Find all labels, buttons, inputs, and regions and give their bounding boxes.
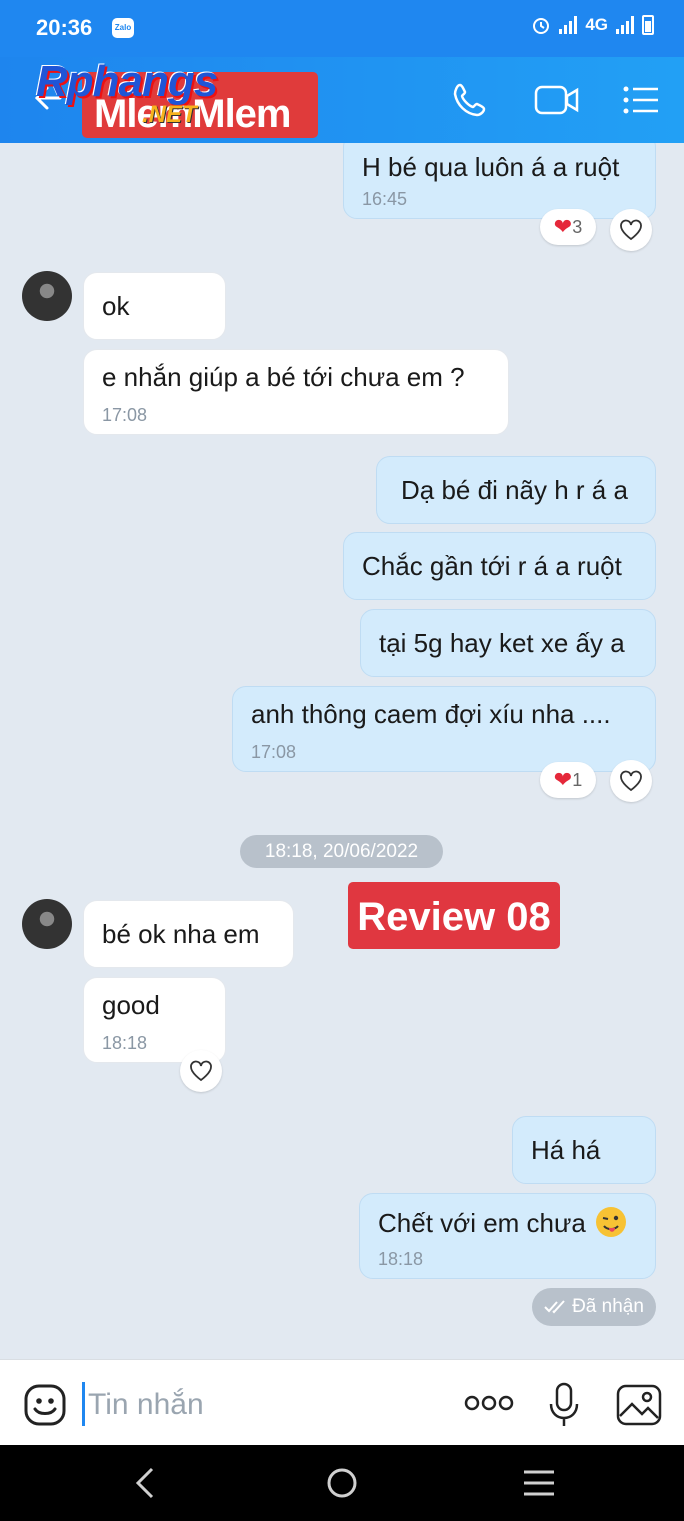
message-time: 17:08 [102,405,148,425]
message-text: Dạ bé đi nãy h r á a [401,475,628,505]
delivery-status-label: Đã nhận [572,1296,644,1317]
heart-outline-icon[interactable] [180,1050,222,1092]
text-cursor [82,1382,85,1426]
winking-tongue-emoji-icon [596,1207,627,1237]
reaction-summary[interactable]: ❤ 1 [540,762,596,798]
message-text: e nhắn giúp a bé tới chưa em ? [102,362,465,392]
message-bubble-received[interactable]: ok [83,272,226,340]
heart-filled-icon: ❤ [553,767,573,792]
chat-header: Rphangs MlemMlem .NET [0,57,684,143]
double-check-icon [544,1300,565,1314]
message-input[interactable]: Tin nhắn [88,1388,204,1422]
zalo-notification-icon: Zalo [112,18,134,38]
message-text: bé ok nha em [102,919,260,949]
message-text: tại 5g hay ket xe ấy a [379,628,625,658]
image-gallery-icon[interactable] [616,1384,662,1426]
review-label: Review 08 [348,882,560,949]
reaction-summary[interactable]: ❤ 3 [540,209,596,245]
message-text: Há há [531,1135,601,1165]
message-text: H bé qua luôn á a ruột [362,152,620,182]
system-navigation-bar [0,1445,684,1521]
heart-filled-icon: ❤ [553,214,573,239]
message-bubble-sent[interactable]: H bé qua luôn á a ruột 16:45 [343,143,656,219]
reaction-count: 1 [572,769,583,790]
message-text: anh thông caem đợi xíu nha .... [251,699,611,729]
battery-icon [642,15,654,35]
message-text: ok [102,291,130,321]
message-bubble-sent[interactable]: Chắc gần tới r á a ruột [343,532,656,600]
reaction-count: 3 [572,216,583,237]
message-bubble-sent[interactable]: anh thông caem đợi xíu nha .... 17:08 [232,686,656,772]
message-text-content: Chết với em chưa [378,1208,586,1238]
status-time: 20:36 [36,15,93,40]
delivery-status: Đã nhận [532,1288,656,1326]
avatar[interactable] [22,899,72,949]
message-bubble-sent[interactable]: Dạ bé đi nãy h r á a [376,456,656,524]
heart-outline-icon[interactable] [610,209,652,251]
message-time: 16:45 [362,189,408,209]
heart-outline-icon[interactable] [610,760,652,802]
emoji-sticker-icon[interactable] [24,1384,66,1426]
message-bubble-received[interactable]: e nhắn giúp a bé tới chưa em ? 17:08 [83,349,509,435]
signal-icon [559,16,578,34]
message-time: 18:18 [378,1249,424,1269]
alarm-icon [533,18,550,34]
watermark-logo-net: .NET [142,101,197,128]
message-bubble-sent[interactable]: Há há [512,1116,656,1184]
message-list[interactable]: H bé qua luôn á a ruột 16:45 ❤ 3 ok e nhắ… [0,143,684,1359]
video-call-icon[interactable] [534,81,580,119]
microphone-icon[interactable] [548,1382,580,1428]
message-composer: Tin nhắn [0,1359,684,1446]
message-time: 17:08 [251,742,297,762]
status-icons: 4G [531,15,654,35]
menu-list-icon[interactable] [622,81,660,119]
message-text: Chắc gần tới r á a ruột [362,551,622,581]
nav-home-icon[interactable] [326,1467,358,1499]
phone-call-icon[interactable] [452,81,490,119]
more-options-icon[interactable] [464,1394,514,1412]
signal-icon-2 [616,16,634,34]
nav-recents-icon[interactable] [522,1469,556,1497]
message-text: good [102,990,160,1020]
nav-back-icon[interactable] [134,1467,156,1499]
status-bar: 20:36 Zalo 4G [0,0,684,57]
message-bubble-sent[interactable]: tại 5g hay ket xe ấy a [360,609,656,677]
date-divider: 18:18, 20/06/2022 [240,835,443,868]
network-type: 4G [585,15,608,34]
message-bubble-received[interactable]: bé ok nha em [83,900,294,968]
message-text: Chết với em chưa [378,1206,627,1239]
avatar[interactable] [22,271,72,321]
message-time: 18:18 [102,1033,148,1053]
message-bubble-sent[interactable]: Chết với em chưa 18:18 [359,1193,656,1279]
